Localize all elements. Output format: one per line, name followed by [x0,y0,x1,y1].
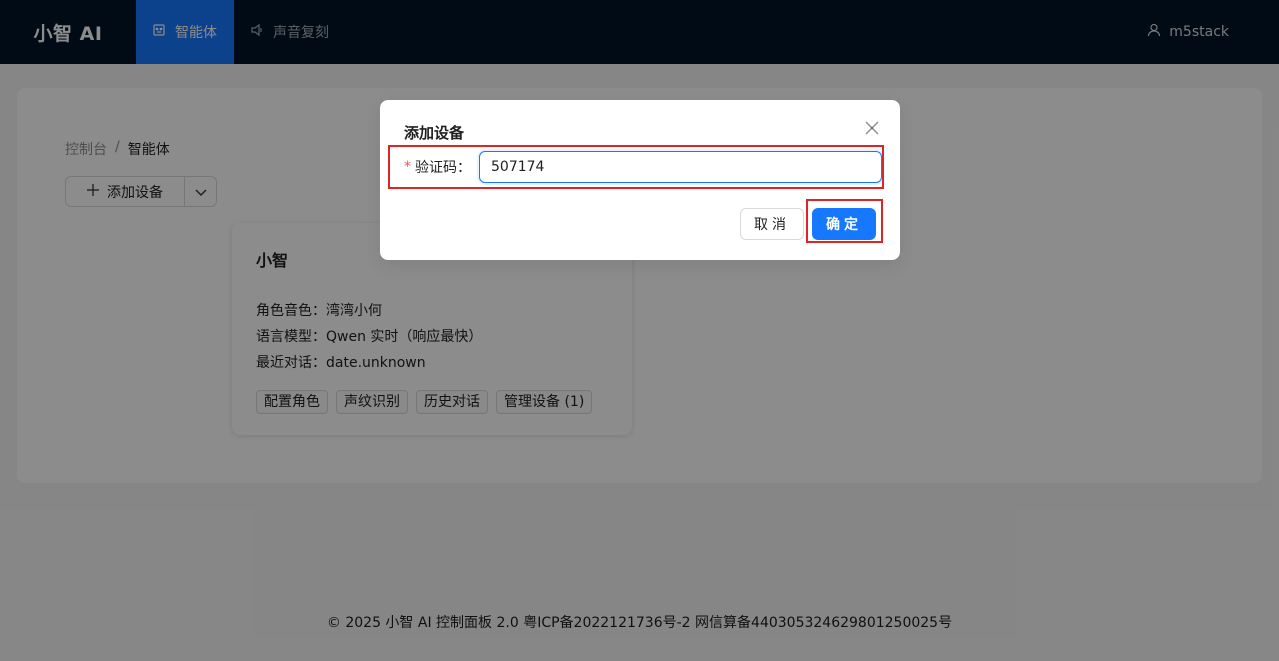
close-icon[interactable] [864,120,880,136]
modal-title: 添加设备 [404,124,465,142]
required-mark: * [404,159,411,175]
verification-code-label: * 验证码： [404,157,471,177]
field-label-colon: ： [457,160,471,176]
verification-code-input[interactable] [479,151,882,183]
field-label-text: 验证码 [415,160,457,176]
ok-button[interactable]: 确定 [812,208,876,240]
add-device-modal: 添加设备 * 验证码： 取消 确定 [380,100,900,260]
cancel-button[interactable]: 取消 [740,208,804,240]
verification-code-row: * 验证码： [388,145,884,189]
